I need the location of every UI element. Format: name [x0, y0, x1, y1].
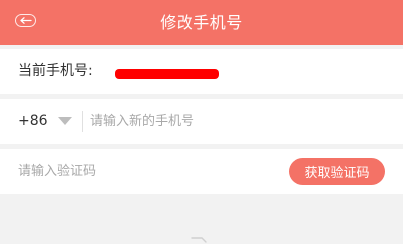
new-phone-row: +86: [0, 99, 403, 144]
current-phone-row: 当前手机号:: [0, 49, 403, 94]
current-phone-label: 当前手机号:: [18, 63, 93, 79]
country-code-select[interactable]: +86: [18, 99, 48, 144]
divider: [82, 111, 83, 132]
get-code-button[interactable]: 获取验证码: [289, 158, 385, 185]
partial-icon: [191, 237, 207, 243]
chevron-down-icon[interactable]: [58, 117, 72, 125]
verification-row: 获取验证码: [0, 149, 403, 194]
top-bar: 修改手机号: [0, 0, 403, 45]
new-phone-input[interactable]: [88, 107, 392, 136]
change-phone-page: 修改手机号 当前手机号: +86 获取验证码: [0, 0, 403, 244]
redacted-phone-number: [115, 69, 219, 79]
page-title: 修改手机号: [160, 13, 243, 32]
verification-code-input[interactable]: [16, 157, 270, 186]
